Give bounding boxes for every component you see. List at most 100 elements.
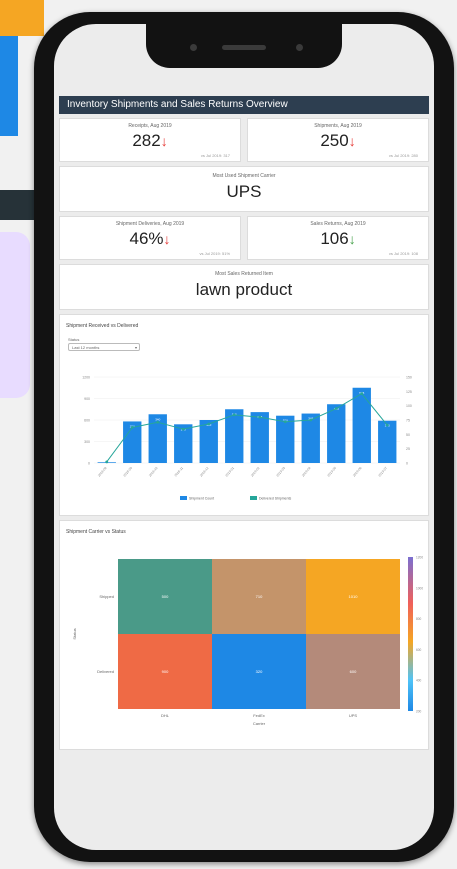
heatmap-cell-value: 710 [256,594,263,599]
color-scale-bar [408,557,413,711]
x-tick-label: 2018-11 [174,466,185,478]
color-scale-tick: 400 [416,679,422,683]
left-tick-label: 600 [84,419,90,423]
x-tick-label: 2019-02 [250,466,261,478]
x-category-label: UPS [349,713,358,718]
x-tick-label: 2019-03 [275,466,286,478]
background-blue-block [0,36,18,136]
kpi-value: 282↓ [132,131,168,150]
shipment-chart-panel: Shipment Received vs Delivered Status La… [59,314,429,516]
kpi-label: Receipts, Aug 2019 [128,123,172,129]
legend-swatch [250,496,257,500]
shipment-bar-chart: 1200900600300015012510075502502018-08290… [82,376,412,501]
down-arrow-icon: ↓ [348,231,356,247]
x-tick-label: 2018-10 [148,466,159,478]
carrier-value: UPS [226,182,262,201]
legend-swatch [180,496,187,500]
kpi-returns-card[interactable]: Sales Returns, Aug 2019 106↓ vs Jul 2019… [247,216,429,260]
heatmap-cell-value: 320 [256,669,263,674]
kpi-receipts-card[interactable]: Receipts, Aug 2019 282↓ vs Jul 2019: 317 [59,118,241,162]
carrier-label: Most Used Shipment Carrier [212,173,276,179]
x-tick-label: 2019-06 [352,466,363,478]
kpi-value: 250↓ [320,131,356,150]
phone-screen: Inventory Shipments and Sales Returns Ov… [54,24,434,850]
x-category-label: DHL [161,713,170,718]
phone-notch [146,24,342,68]
line-point [232,413,236,417]
line-point [309,418,313,422]
kpi-label: Shipment Deliveries, Aug 2019 [115,221,185,227]
kpi-comparison: vs Jul 2019: 280 [388,153,418,158]
x-tick-label: 2019-05 [326,466,337,478]
line-point [207,422,211,426]
kpi-deliveries-card[interactable]: Shipment Deliveries, Aug 2019 46%↓ vs Ju… [59,216,241,260]
x-tick-label: 2018-12 [199,466,210,478]
x-axis-label: Carrier [253,721,266,726]
x-tick-label: 2019-01 [224,466,235,478]
speaker-icon [222,45,266,50]
color-scale-tick: 1000 [416,586,423,590]
legend-label: Shipment Count [189,497,214,501]
return-item-label: Most Sales Returned Item [215,271,273,277]
line-point [360,392,364,396]
x-category-label: FedEx [253,713,265,718]
line-point [258,415,262,419]
y-category-label: Delivered [97,669,114,674]
bar [327,404,346,463]
down-arrow-icon: ↓ [348,133,356,149]
camera-icon [190,44,197,51]
right-tick-label: 50 [406,433,410,437]
dashboard-title: Inventory Shipments and Sales Returns Ov… [59,96,429,114]
kpi-comparison: vs Jul 2019: 51% [199,251,230,256]
x-tick-label: 2018-08 [97,466,108,478]
return-item-value: lawn product [195,280,293,299]
line-point [283,420,287,424]
x-tick-label: 2019-04 [301,466,312,478]
right-tick-label: 125 [406,390,412,394]
x-tick-label: 2019-07 [377,466,388,478]
bar [352,387,371,463]
right-tick-label: 25 [406,447,410,451]
carrier-heatmap-panel: Shipment Carrier vs Status 500 710 1010 900… [59,520,429,750]
return-item-card[interactable]: Most Sales Returned Item lawn product [59,264,429,310]
heatmap-cell-value: 500 [162,594,169,599]
carrier-card[interactable]: Most Used Shipment Carrier UPS [59,166,429,212]
color-scale-tick: 800 [416,617,422,621]
right-tick-label: 0 [406,462,408,466]
kpi-row-2: Shipment Deliveries, Aug 2019 46%↓ vs Ju… [59,216,429,260]
legend-label: Delivered Shipments [259,497,292,501]
kpi-row-1: Receipts, Aug 2019 282↓ vs Jul 2019: 317… [59,118,429,162]
color-scale-tick: 1200 [416,556,423,560]
kpi-value: 106↓ [320,229,356,248]
kpi-comparison: vs Jul 2019: 108 [388,251,418,256]
background-purple-card [0,232,30,398]
dashboard: Inventory Shipments and Sales Returns Ov… [59,96,429,754]
down-arrow-icon: ↓ [160,133,168,149]
heatmap-cell-value: 900 [162,669,169,674]
kpi-value: 46%↓ [129,229,171,248]
y-category-label: Shipped [99,594,114,599]
line-point [334,407,338,410]
kpi-label: Shipments, Aug 2019 [314,123,362,129]
kpi-comparison: vs Jul 2019: 317 [200,153,230,158]
heatmap-cell-value: 600 [350,669,357,674]
line-point [181,427,185,431]
y-axis-label: Status [72,628,77,639]
phone-frame: Inventory Shipments and Sales Returns Ov… [34,12,454,862]
heatmap-cell-value: 1010 [349,594,359,599]
line-point [130,426,134,429]
left-tick-label: 0 [88,462,90,466]
kpi-label: Sales Returns, Aug 2019 [310,221,366,227]
sensor-icon [296,44,303,51]
bar [250,412,269,463]
down-arrow-icon: ↓ [163,231,171,247]
color-scale-tick: 600 [416,648,422,652]
color-scale-tick: 200 [416,710,422,714]
left-tick-label: 900 [84,397,90,401]
right-tick-label: 100 [406,404,412,408]
background-orange-block [0,0,44,36]
right-tick-label: 75 [406,419,410,423]
line-point [105,460,109,464]
bar-value-label: 340 [155,417,160,421]
kpi-shipments-card[interactable]: Shipments, Aug 2019 250↓ vs Jul 2019: 28… [247,118,429,162]
